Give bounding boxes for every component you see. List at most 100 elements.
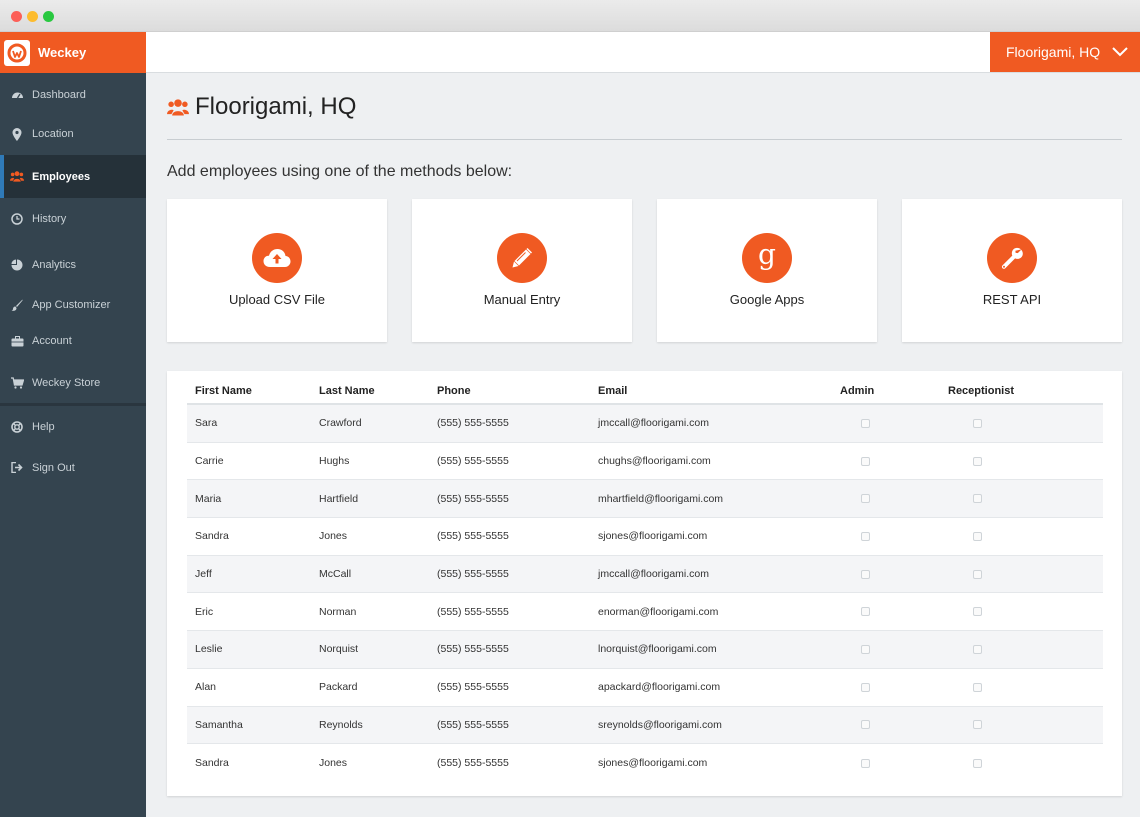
briefcase-icon (10, 334, 24, 348)
sidebar-item-location[interactable]: Location (0, 117, 146, 151)
receptionist-checkbox[interactable] (973, 531, 982, 541)
admin-checkbox[interactable] (861, 607, 870, 617)
table-row[interactable]: Jeff McCall (555) 555-5555 jmccall@floor… (187, 555, 1103, 594)
first-name-cell: Sara (195, 417, 218, 430)
email-cell: enorman@floorigami.com (598, 605, 719, 618)
receptionist-checkbox[interactable] (973, 758, 982, 768)
location-dropdown-label: Floorigami, HQ (1006, 44, 1101, 60)
receptionist-checkbox[interactable] (973, 418, 982, 428)
column-header-last-name[interactable]: Last Name (311, 385, 429, 397)
sidebar-item-label: Weckey Store (32, 376, 101, 389)
google-apps-card[interactable]: g Google Apps (657, 199, 877, 342)
sidebar-item-label: Help (32, 420, 55, 433)
admin-checkbox[interactable] (861, 531, 870, 541)
receptionist-checkbox[interactable] (973, 456, 982, 466)
last-name-cell: Norquist (319, 643, 359, 656)
table-header: First Name Last Name Phone Email Admin R… (187, 379, 1103, 405)
phone-cell: (555) 555-5555 (437, 643, 509, 656)
email-cell: sreynolds@floorigami.com (598, 718, 722, 731)
cart-icon (10, 376, 24, 390)
email-cell: sjones@floorigami.com (598, 530, 708, 543)
column-header-email[interactable]: Email (590, 385, 830, 397)
google-icon: g (742, 233, 792, 283)
sidebar-item-employees[interactable]: Employees (0, 155, 146, 198)
sidebar-item-history[interactable]: History (0, 198, 146, 239)
column-header-phone[interactable]: Phone (429, 385, 590, 397)
methods-instruction: Add employees using one of the methods b… (167, 163, 513, 180)
table-row[interactable]: Sandra Jones (555) 555-5555 sjones@floor… (187, 744, 1103, 782)
admin-checkbox[interactable] (861, 758, 870, 768)
lifebuoy-icon (10, 420, 24, 434)
receptionist-checkbox[interactable] (973, 569, 982, 579)
admin-checkbox[interactable] (861, 418, 870, 428)
cloud-upload-icon (252, 233, 302, 283)
pie-chart-icon (10, 258, 24, 272)
email-cell: jmccall@floorigami.com (598, 568, 710, 581)
table-row[interactable]: Eric Norman (555) 555-5555 enorman@floor… (187, 593, 1103, 632)
last-name-cell: Hartfield (319, 492, 359, 505)
page-title: Floorigami, HQ (167, 93, 356, 121)
sidebar-item-label: Analytics (32, 258, 77, 271)
top-bar: Floorigami, HQ (146, 32, 1140, 73)
receptionist-checkbox[interactable] (973, 494, 982, 504)
table-row[interactable]: Samantha Reynolds (555) 555-5555 sreynol… (187, 706, 1103, 745)
manual-entry-card[interactable]: Manual Entry (412, 199, 632, 342)
last-name-cell: Jones (319, 530, 348, 543)
paintbrush-icon (10, 298, 24, 312)
first-name-cell: Alan (195, 681, 217, 694)
column-header-first-name[interactable]: First Name (187, 385, 311, 397)
rest-api-card[interactable]: REST API (902, 199, 1122, 342)
sidebar-item-app-customizer[interactable]: App Customizer (0, 290, 146, 320)
upload-csv-card[interactable]: Upload CSV File (167, 199, 387, 342)
sidebar-item-analytics[interactable]: Analytics (0, 239, 146, 290)
table-row[interactable]: Sandra Jones (555) 555-5555 sjones@floor… (187, 518, 1103, 556)
sidebar-item-label: Location (32, 128, 74, 140)
phone-cell: (555) 555-5555 (437, 757, 509, 770)
email-cell: sjones@floorigami.com (598, 757, 708, 770)
phone-cell: (555) 555-5555 (437, 681, 509, 694)
minimize-window-button[interactable] (27, 11, 38, 22)
location-dropdown[interactable]: Floorigami, HQ (990, 32, 1140, 72)
sidebar-item-help[interactable]: Help (0, 406, 146, 447)
sidebar-item-weckey-store[interactable]: Weckey Store (0, 362, 146, 403)
receptionist-checkbox[interactable] (973, 682, 982, 692)
column-header-receptionist[interactable]: Receptionist (942, 385, 1062, 397)
rest-api-label: REST API (982, 292, 1042, 307)
admin-checkbox[interactable] (861, 720, 870, 730)
table-row[interactable]: Maria Hartfield (555) 555-5555 mhartfiel… (187, 480, 1103, 519)
table-row[interactable]: Leslie Norquist (555) 555-5555 lnorquist… (187, 631, 1103, 669)
first-name-cell: Maria (195, 492, 222, 505)
column-header-admin[interactable]: Admin (830, 385, 942, 397)
sidebar-item-label: Dashboard (32, 89, 86, 101)
admin-checkbox[interactable] (861, 644, 870, 654)
sidebar-item-sign-out[interactable]: Sign Out (0, 447, 146, 488)
main-content: Floorigami, HQ Add employees using one o… (146, 73, 1140, 817)
sidebar-nav: Dashboard Location Employees History Ana… (0, 73, 146, 488)
admin-checkbox[interactable] (861, 456, 870, 466)
last-name-cell: Crawford (319, 417, 362, 430)
admin-checkbox[interactable] (861, 569, 870, 579)
last-name-cell: Packard (319, 681, 358, 694)
table-row[interactable]: Sara Crawford (555) 555-5555 jmccall@flo… (187, 405, 1103, 443)
table-row[interactable]: Carrie Hughs (555) 555-5555 chughs@floor… (187, 443, 1103, 481)
sidebar-item-label: Account (32, 335, 72, 347)
table-row[interactable]: Alan Packard (555) 555-5555 apackard@flo… (187, 669, 1103, 707)
admin-checkbox[interactable] (861, 682, 870, 692)
manual-entry-label: Manual Entry (483, 292, 561, 307)
zoom-window-button[interactable] (43, 11, 54, 22)
admin-checkbox[interactable] (861, 494, 870, 504)
app-window: Weckey Dashboard Location Employees Hist… (0, 0, 1140, 817)
wrench-icon (987, 233, 1037, 283)
brand[interactable]: Weckey (0, 32, 146, 73)
first-name-cell: Sandra (195, 530, 229, 543)
first-name-cell: Samantha (195, 718, 243, 731)
receptionist-checkbox[interactable] (973, 644, 982, 654)
sidebar-item-account[interactable]: Account (0, 320, 146, 362)
sidebar-item-dashboard[interactable]: Dashboard (0, 73, 146, 117)
users-icon (10, 170, 24, 184)
last-name-cell: McCall (319, 568, 352, 581)
receptionist-checkbox[interactable] (973, 607, 982, 617)
receptionist-checkbox[interactable] (973, 720, 982, 730)
first-name-cell: Sandra (195, 757, 229, 770)
close-window-button[interactable] (11, 11, 22, 22)
